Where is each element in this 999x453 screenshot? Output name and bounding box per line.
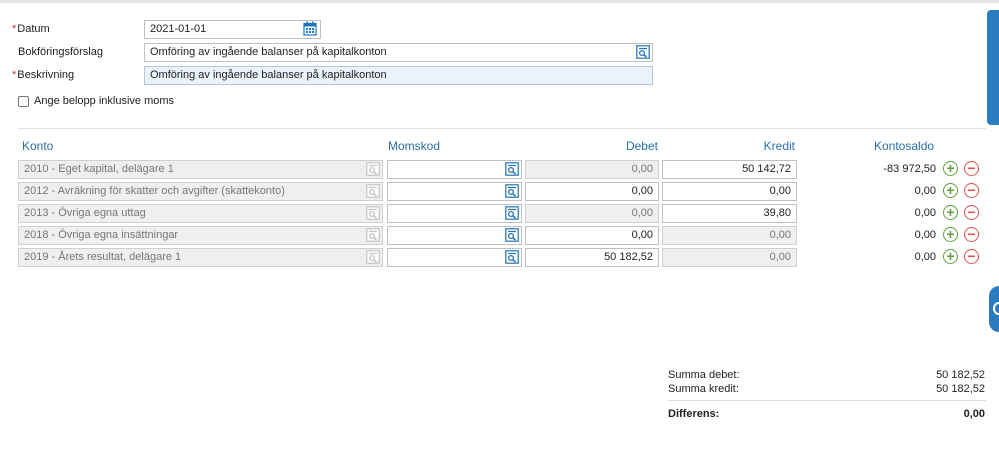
add-row-icon[interactable]: + [943,205,958,220]
debet-field[interactable]: 0,00 [525,204,659,223]
moms-checkbox-label: Ange belopp inklusive moms [34,95,175,107]
differens-label: Differens: [668,408,720,420]
konto-field[interactable]: 2012 - Avräkning för skatter och avgifte… [18,182,383,201]
col-header-debet: Debet [625,139,658,153]
summa-debet-label: Summa debet: [668,369,740,381]
kredit-field[interactable]: 50 142,72 [662,160,797,179]
datum-input[interactable]: 2021-01-01 [144,20,321,39]
beskrivning-label: *Beskrivning [12,69,75,81]
debet-field[interactable]: 0,00 [525,226,659,245]
kredit-field[interactable]: 39,80 [662,204,797,223]
datum-label: *Datum [12,23,50,35]
konto-lookup-icon [366,184,380,201]
summa-kredit-label: Summa kredit: [668,383,739,395]
calendar-icon[interactable] [303,21,317,36]
forslag-label: Bokföringsförslag [18,46,103,58]
debet-field[interactable]: 50 182,52 [525,248,659,267]
remove-row-icon[interactable]: − [964,161,979,176]
add-row-icon[interactable]: + [943,161,958,176]
beskrivning-input[interactable]: Omföring av ingående balanser på kapital… [144,66,653,85]
debet-field[interactable]: 0,00 [525,182,659,201]
momskod-lookup-icon[interactable] [505,184,519,201]
momskod-lookup-icon[interactable] [505,206,519,223]
momskod-lookup-icon[interactable] [505,250,519,267]
kontosaldo-value: 0,00 [914,251,936,263]
top-border [0,0,999,3]
forslag-input[interactable]: Omföring av ingående balanser på kapital… [144,43,653,62]
remove-row-icon[interactable]: − [964,183,979,198]
summa-debet-value: 50 182,52 [936,369,985,381]
remove-row-icon[interactable]: − [964,227,979,242]
konto-field[interactable]: 2018 - Övriga egna insättningar [18,226,383,245]
momskod-field[interactable] [387,182,522,201]
chat-icon[interactable] [989,286,999,332]
add-row-icon[interactable]: + [943,227,958,242]
differens-value: 0,00 [963,408,985,420]
kontosaldo-value: 0,00 [914,207,936,219]
summa-kredit-value: 50 182,52 [936,383,985,395]
momskod-lookup-icon[interactable] [505,162,519,179]
momskod-field[interactable] [387,226,522,245]
konto-lookup-icon [366,206,380,223]
side-panel-tab[interactable] [987,10,999,125]
remove-row-icon[interactable]: − [964,249,979,264]
col-header-konto: Konto [22,139,54,153]
add-row-icon[interactable]: + [943,183,958,198]
debet-field[interactable]: 0,00 [525,160,659,179]
summary-divider [668,400,986,401]
kontosaldo-value: 0,00 [914,229,936,241]
konto-field[interactable]: 2019 - Årets resultat, delägare 1 [18,248,383,267]
kredit-field[interactable]: 0,00 [662,182,797,201]
kontosaldo-value: -83 972,50 [883,163,936,175]
col-header-kontosaldo: Kontosaldo [874,139,935,153]
momskod-lookup-icon[interactable] [505,228,519,245]
add-row-icon[interactable]: + [943,249,958,264]
moms-checkbox[interactable] [18,96,29,107]
momskod-field[interactable] [387,160,522,179]
kontosaldo-value: 0,00 [914,185,936,197]
momskod-field[interactable] [387,248,522,267]
col-header-momskod: Momskod [388,139,441,153]
konto-lookup-icon [366,250,380,267]
section-divider [18,128,986,129]
search-list-icon[interactable] [636,45,650,59]
konto-field[interactable]: 2010 - Eget kapital, delägare 1 [18,160,383,179]
konto-lookup-icon [366,162,380,179]
col-header-kredit: Kredit [763,139,795,153]
kredit-field[interactable]: 0,00 [662,248,797,267]
kredit-field[interactable]: 0,00 [662,226,797,245]
momskod-field[interactable] [387,204,522,223]
konto-lookup-icon [366,228,380,245]
konto-field[interactable]: 2013 - Övriga egna uttag [18,204,383,223]
remove-row-icon[interactable]: − [964,205,979,220]
